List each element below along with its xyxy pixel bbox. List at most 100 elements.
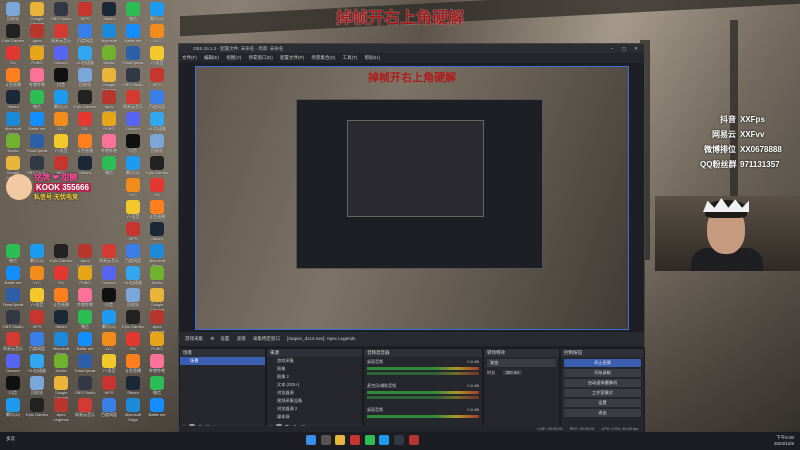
wechat-icon[interactable] [364,435,375,445]
menu-edit[interactable]: 编辑(E) [204,55,219,60]
desktop-icon[interactable]: Epic Games [122,310,144,334]
menu-scene-collection[interactable]: 场景集合(S) [311,55,335,60]
desktop-icon[interactable]: Epic Games [74,90,96,114]
desktop-icon[interactable]: 哔哩哔哩 [26,68,48,92]
app-icon[interactable] [350,435,361,445]
desktop-icon[interactable]: Steam [50,310,72,334]
source-item[interactable]: 浏览器源 2 [267,405,362,413]
start-virtual-camera-button[interactable]: 启动虚拟摄像机 [564,379,641,387]
stop-streaming-button[interactable]: 停止直播 [564,359,641,367]
desktop-icon[interactable]: EA [122,332,144,356]
desktop-icon[interactable]: PUBG [26,46,48,70]
obs-preview[interactable]: 掉帧开右上角硬解 [195,66,629,330]
desktop-icon[interactable]: 回收站 [122,288,144,312]
desktop-icon[interactable]: TeamSpeak [74,354,96,378]
desktop-icon[interactable]: 网易云音乐 [98,244,120,268]
settings-button[interactable]: 设置 [564,399,641,407]
desktop-icon[interactable]: Epic Games [50,244,72,268]
desktop-icon[interactable]: Nvidia [146,266,168,290]
desktop-icon[interactable]: VLC [50,112,72,136]
duration-input[interactable]: 300 ms [502,370,523,375]
desktop-icon[interactable]: 腾讯QQ [2,398,24,422]
menu-file[interactable]: 文件(F) [182,55,197,60]
desktop-icon[interactable]: 回收站 [146,134,168,158]
source-item[interactable]: 浏览器源 [267,389,362,397]
desktop-icon[interactable]: TeamSpeak [26,134,48,158]
settings-button[interactable]: 设置 [220,336,229,341]
desktop-icon[interactable]: Microsoft Edge [122,398,144,422]
desktop-icon[interactable]: Nvidia [98,46,120,70]
desktop-icon[interactable]: Battle.net [74,332,96,356]
start-recording-button[interactable]: 开始录制 [564,369,641,377]
start-icon[interactable] [306,435,316,445]
desktop-icon[interactable]: 腾讯QQ [98,310,120,334]
desktop-icon[interactable]: YY语音 [98,354,120,378]
desktop-icon[interactable]: 百度网盘 [98,398,120,422]
desktop-icon[interactable]: Discord [2,354,24,378]
desktop-icon[interactable]: 哔哩哔哩 [146,354,168,378]
desktop-icon[interactable]: WPS [26,310,48,334]
minimize-icon[interactable]: – [606,44,618,53]
desktop-icon[interactable]: UU加速器 [146,112,168,136]
desktop-icon[interactable]: 腾讯QQ [122,156,144,180]
desktop-icon[interactable]: 斗鱼直播 [2,68,24,92]
desktop-icon[interactable]: PUBG [74,266,96,290]
desktop-icon[interactable]: Microsoft Edge [2,112,24,136]
taskbar-clock[interactable]: 下午6:30 2024/12/6 [774,435,794,447]
desktop-icon[interactable]: 微信 [26,90,48,114]
source-item[interactable]: 视频采集设备 [267,397,362,405]
desktop-icon[interactable]: Epic Games [146,156,168,180]
source-item[interactable]: 游戏采集 [267,357,362,365]
desktop-icon[interactable]: Battle.net [26,112,48,136]
source-item[interactable]: 文本 (GDI+) [267,381,362,389]
desktop-icon[interactable]: 斗鱼直播 [146,200,168,224]
volume-slider[interactable] [367,372,479,375]
desktop-icon[interactable]: TeamSpeak [2,288,24,312]
window-select[interactable]: [r5apex_dx12.exe]: Apex Legends [287,336,355,341]
desktop-icon[interactable]: 抖音 [2,376,24,400]
weather-widget[interactable]: 多云 [6,436,15,442]
desktop-icon[interactable]: 斗鱼直播 [122,354,144,378]
desktop-icon[interactable]: 回收站 [26,376,48,400]
desktop-icon[interactable]: VLC [26,266,48,290]
obs-icon[interactable] [394,435,405,445]
desktop-icon[interactable]: Battle.net [146,398,168,422]
desktop-icon[interactable]: 网易云音乐 [122,90,144,114]
desktop-icon[interactable]: OBS Studio [2,310,24,334]
desktop-icon[interactable]: WPS [98,376,120,400]
menu-view[interactable]: 视图(V) [226,55,241,60]
explorer-icon[interactable] [335,435,346,445]
desktop-icon[interactable]: Microsoft Edge [50,332,72,356]
source-item[interactable]: 图像 2 [267,373,362,381]
source-item[interactable]: 媒体源 [267,413,362,421]
desktop-icon[interactable]: YY语音 [26,288,48,312]
desktop-icon[interactable]: OBS Studio [74,376,96,400]
desktop-icon[interactable]: 抖音 [98,288,120,312]
desktop-icon[interactable]: Google Chrome [146,288,168,312]
transition-select[interactable]: 渐变 [487,359,556,367]
desktop-icon[interactable]: Discord [122,112,144,136]
maximize-icon[interactable]: ▢ [618,44,630,53]
desktop-icon[interactable]: 哔哩哔哩 [74,288,96,312]
desktop-icon[interactable]: VLC [122,178,144,202]
desktop-icon[interactable]: YY语音 [122,200,144,224]
desktop-icon[interactable]: 抖音 [122,134,144,158]
desktop-icon[interactable]: Steam [146,222,168,246]
desktop-icon[interactable]: Nvidia [50,354,72,378]
desktop-icon[interactable]: OBS Studio [122,68,144,92]
obs-titlebar[interactable]: OBS 29.1.3 - 配置文件: 未命名 - 场景: 未命名 – ▢ ✕ [179,44,644,53]
desktop-icon[interactable]: Epic Games [26,398,48,422]
desktop-icon[interactable]: 微信 [2,244,24,268]
desktop-icon[interactable]: 抖音 [50,68,72,92]
gear-icon[interactable]: ⚙ [210,336,214,341]
desktop-icon[interactable]: 微信 [74,310,96,334]
desktop-icon[interactable]: 回收站 [74,68,96,92]
exit-button[interactable]: 退出 [564,409,641,417]
studio-mode-button[interactable]: 工作室模式 [564,389,641,397]
scene-item[interactable]: 场景 [180,357,265,365]
menu-help[interactable]: 帮助(H) [365,55,380,60]
desktop-icon[interactable]: 腾讯QQ [26,244,48,268]
source-item[interactable]: 图像 [267,365,362,373]
desktop-icon[interactable]: Discord [50,46,72,70]
desktop-icon[interactable]: UU加速器 [122,266,144,290]
